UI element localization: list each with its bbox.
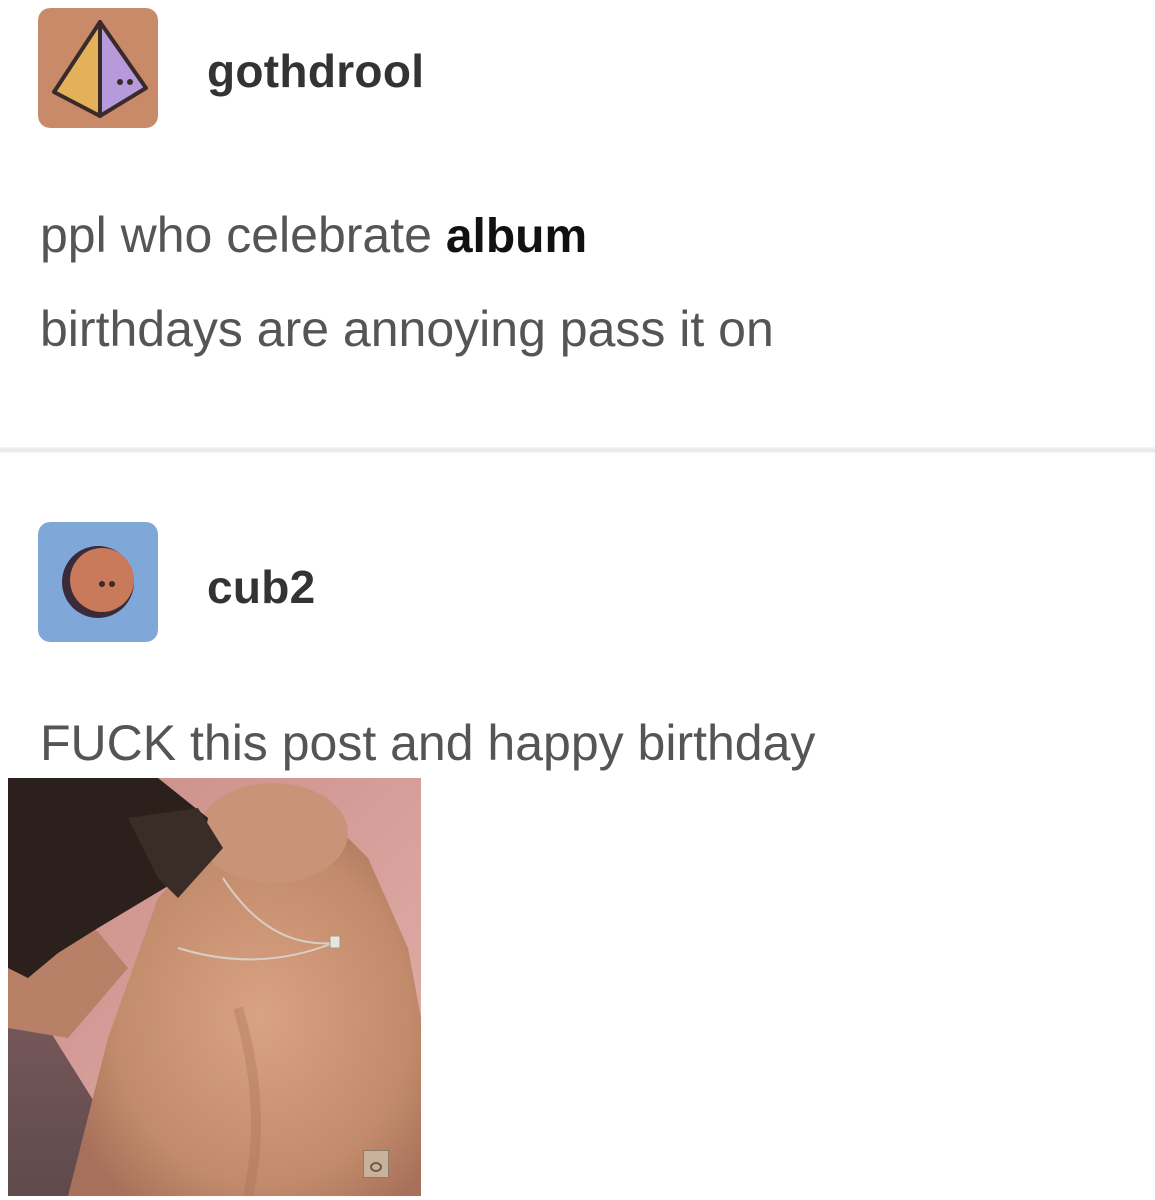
- post-text-part: ppl who celebrate: [40, 207, 446, 263]
- username-gothdrool[interactable]: gothdrool: [207, 44, 424, 98]
- pyramid-icon: [38, 8, 158, 128]
- record-label-logo-icon: [363, 1150, 389, 1178]
- avatar-gothdrool[interactable]: [38, 8, 158, 128]
- post-text-line-2: birthdays are annoying pass it on: [40, 301, 774, 357]
- circle-face-icon: [38, 522, 158, 642]
- username-cub2[interactable]: cub2: [207, 560, 316, 614]
- post-text-line-1: ppl who celebrate album: [40, 210, 587, 261]
- post-text-cub2: FUCK this post and happy birthday: [40, 715, 816, 771]
- album-cover-illustration: [8, 778, 421, 1196]
- avatar-cub2[interactable]: [38, 522, 158, 642]
- post-divider: [0, 447, 1155, 453]
- album-cover-image: [8, 778, 421, 1196]
- post-text-emphasis: album: [445, 210, 588, 263]
